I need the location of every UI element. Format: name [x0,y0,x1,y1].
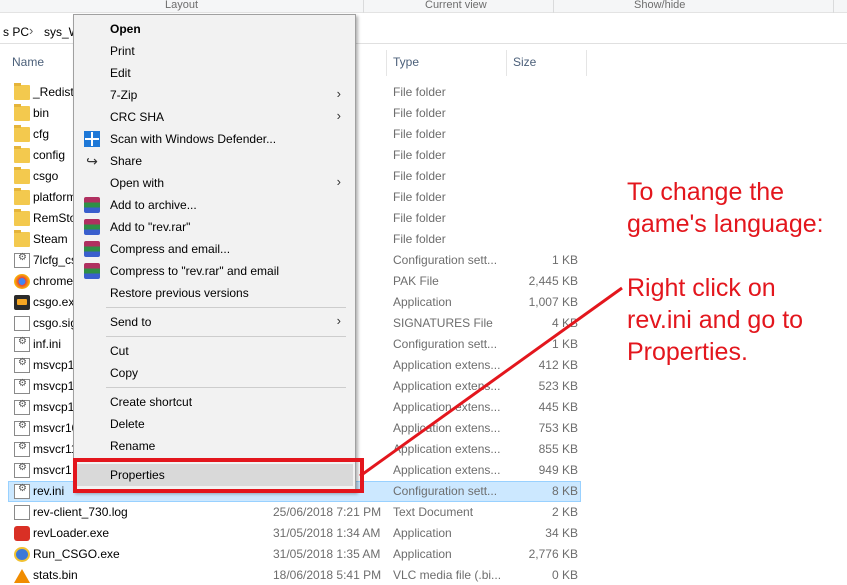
annotation-line: Right click on [627,274,776,302]
annotation-line: game's language: [627,210,824,238]
annotation-line: rev.ini and go to [627,306,804,334]
annotation-line: To change the [627,178,785,206]
annotation-line: Properties. [627,338,748,366]
